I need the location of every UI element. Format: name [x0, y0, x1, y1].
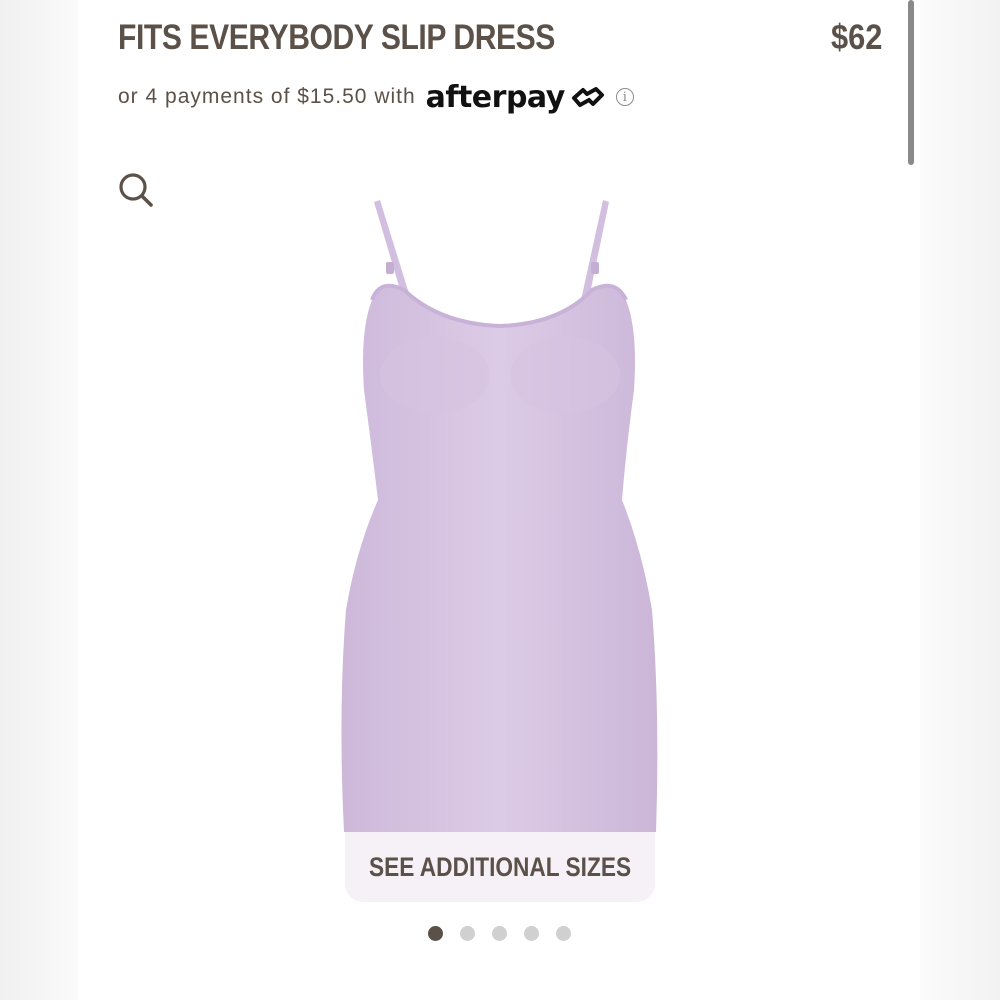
afterpay-arrows-icon	[571, 87, 604, 107]
carousel-dot[interactable]	[460, 926, 475, 941]
installment-text: or 4 payments of $15.50 with	[118, 85, 416, 108]
carousel-dot[interactable]	[556, 926, 571, 941]
carousel-dot[interactable]	[492, 926, 507, 941]
right-background	[920, 0, 1000, 1000]
afterpay-row: or 4 payments of $15.50 with afterpay i	[118, 80, 634, 115]
left-background	[0, 0, 78, 1000]
search-icon[interactable]	[116, 170, 156, 210]
info-icon[interactable]: i	[615, 88, 634, 106]
carousel-dot[interactable]	[428, 926, 443, 941]
dress-image	[341, 200, 658, 832]
scrollbar[interactable]	[908, 0, 914, 165]
carousel-dots	[428, 926, 571, 941]
product-title: FITS EVERYBODY SLIP DRESS	[118, 18, 555, 57]
see-additional-sizes-button[interactable]: SEE ADDITIONAL SIZES	[345, 832, 655, 902]
product-price: $62	[830, 18, 882, 57]
see-additional-sizes-label: SEE ADDITIONAL SIZES	[368, 851, 632, 882]
afterpay-logo[interactable]: afterpay	[426, 80, 566, 115]
carousel-dot[interactable]	[524, 926, 539, 941]
